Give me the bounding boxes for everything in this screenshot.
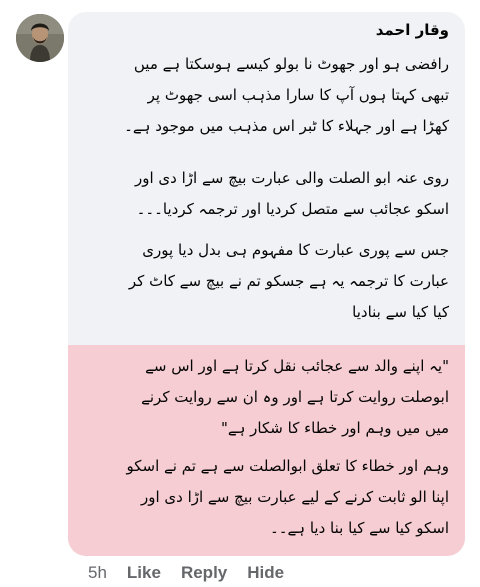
comment-line: وہم اور خطاء کا تعلق ابوالصلت سے ہے تم ن… [126,457,449,475]
comment-line: تبھی کہتا ہوں آپ کا سارا مذہب اسی جھوٹ پ… [147,86,449,104]
like-button[interactable]: Like [127,563,161,583]
comment-line: رافضی ہو اور جھوٹ نا بولو کیسے ہوسکتا ہے… [133,55,449,73]
comment-line: جس سے پوری عبارت کا مفہوم ہی بدل دیا پور… [142,241,449,259]
comment-line: اسکو کیا سے کیا بنا دیا ہے۔۔ [269,519,449,537]
reply-button[interactable]: Reply [181,563,227,583]
comment-timestamp[interactable]: 5h [88,563,107,583]
comment-line: اسکو عجائب سے متصل کردیا اور ترجمہ کردیا… [136,200,449,218]
comment-line: ابوصلت روایت کرتا ہے اور وہ ان سے روایت … [141,388,449,406]
comment-bubble: وقار احمد رافضی ہو اور جھوٹ نا بولو کیسے… [68,12,465,556]
comment-screen: وقار احمد رافضی ہو اور جھوٹ نا بولو کیسے… [0,0,480,587]
hide-button[interactable]: Hide [247,563,284,583]
comment-paragraph-3: جس سے پوری عبارت کا مفہوم ہی بدل دیا پور… [79,235,449,328]
comment-paragraph-2: روی عنہ ابو الصلت والی عبارت بیچ سے اڑا … [79,163,449,225]
comment-line: روی عنہ ابو الصلت والی عبارت بیچ سے اڑا … [135,169,449,187]
comment-line: "یہ اپنے والد سے عجائب نقل کرتا ہے اور ا… [145,357,449,375]
comment-paragraph-5: وہم اور خطاء کا تعلق ابوالصلت سے ہے تم ن… [79,451,449,544]
comment-paragraph-4: "یہ اپنے والد سے عجائب نقل کرتا ہے اور ا… [79,351,449,444]
comment-paragraph-1: رافضی ہو اور جھوٹ نا بولو کیسے ہوسکتا ہے… [79,49,449,142]
avatar[interactable] [16,14,64,62]
comment-line: کیا کیا سے بنادیا [352,303,449,321]
avatar-photo [16,14,64,62]
comment-line: کھڑا ہے اور جہلاء کا ٹبر اس مذہب میں موج… [124,117,449,135]
comment-line: میں میں وہم اور خطاء کا شکار ہے" [220,419,449,437]
comment-author[interactable]: وقار احمد [376,21,449,39]
comment-actions: 5h Like Reply Hide [88,562,304,584]
comment-line: اپنا الو ثابت کرنے کے لیے عبارت بیچ سے ا… [140,488,449,506]
comment-line: عبارت کا ترجمہ یہ ہے جسکو تم نے بیچ سے ک… [128,272,449,290]
